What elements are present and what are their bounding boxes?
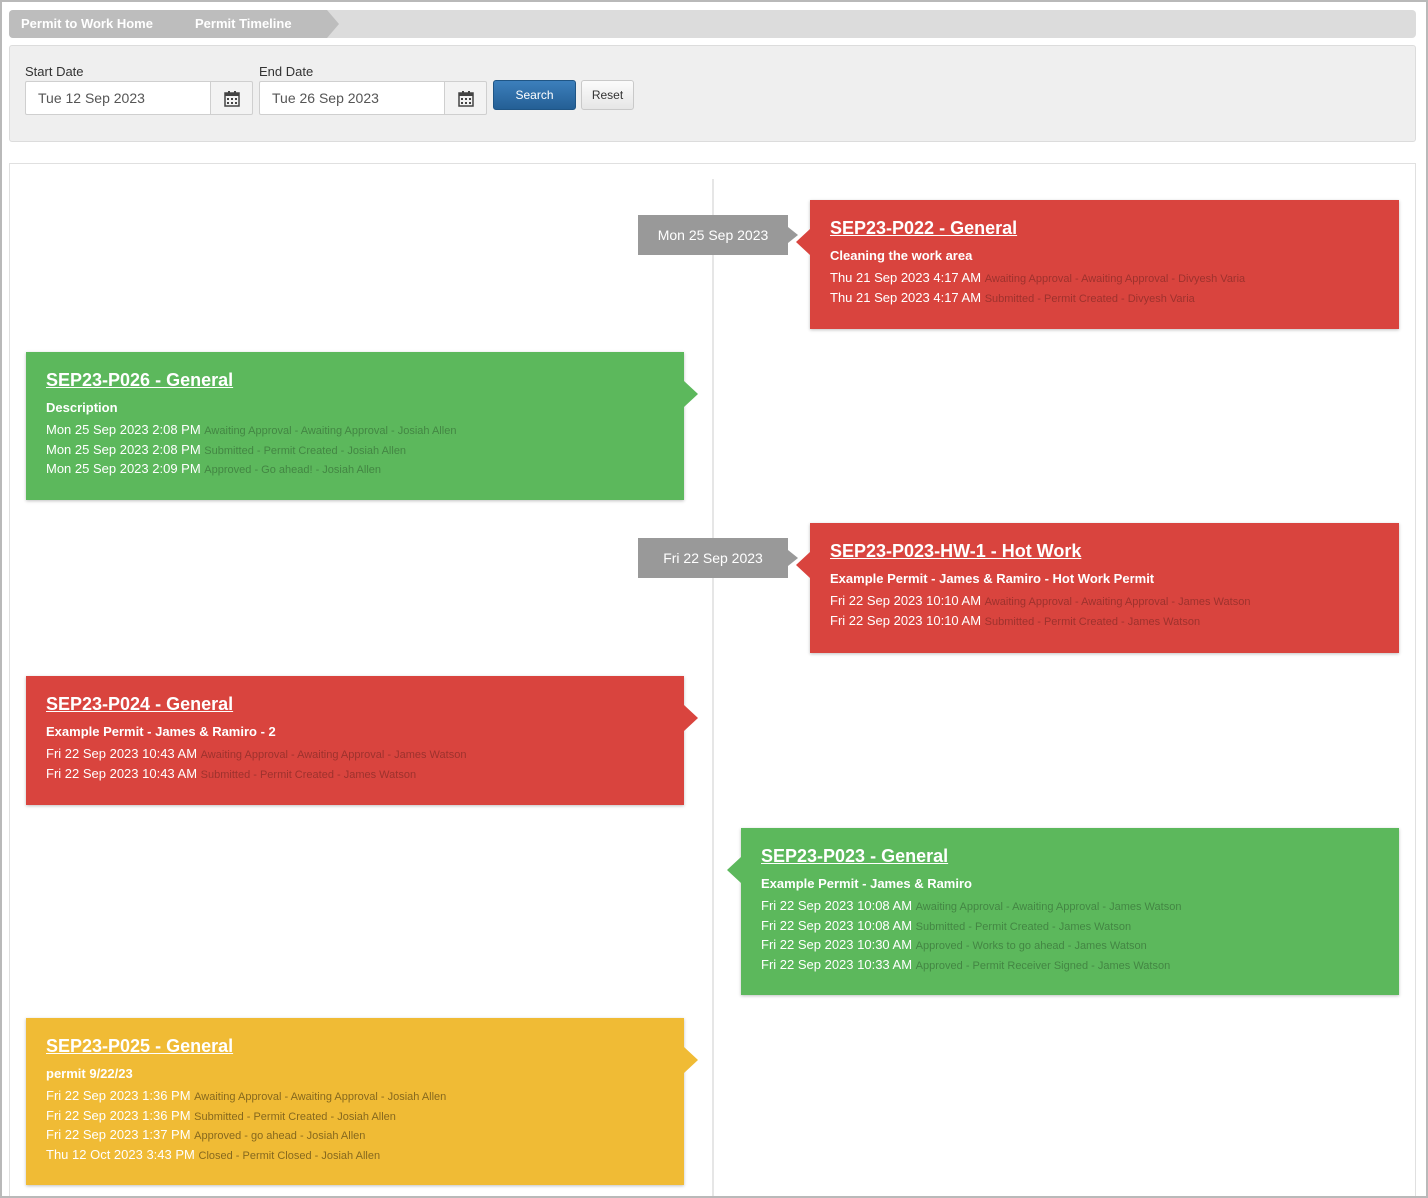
breadcrumb-separator (327, 10, 339, 38)
card-pointer (684, 1047, 698, 1073)
calendar-icon (458, 91, 474, 107)
start-date-input[interactable]: Tue 12 Sep 2023 (25, 81, 211, 115)
permit-event: Thu 21 Sep 2023 4:17 AM Awaiting Approva… (830, 269, 1379, 289)
event-timestamp: Fri 22 Sep 2023 10:08 AM (761, 917, 913, 933)
event-details: Awaiting Approval - Awaiting Approval - … (194, 1091, 447, 1103)
event-details: Closed - Permit Closed - Josiah Allen (198, 1149, 381, 1162)
card-pointer (727, 857, 741, 883)
card-pointer (684, 381, 698, 407)
timeline-date-badge: Mon 25 Sep 2023 (638, 215, 798, 255)
permit-event: Fri 22 Sep 2023 1:36 PM Awaiting Approva… (46, 1087, 664, 1107)
event-timestamp: Fri 22 Sep 2023 1:37 PM (46, 1127, 191, 1142)
permit-description: Example Permit - James & Ramiro - 2 (46, 724, 276, 739)
event-details: Submitted - Permit Created - Josiah Alle… (194, 1110, 396, 1123)
permit-description: Example Permit - James & Ramiro (761, 876, 972, 891)
permit-title-link[interactable]: SEP23-P024 - General (46, 694, 664, 715)
card-pointer (796, 229, 810, 255)
start-date-calendar-button[interactable] (211, 81, 253, 115)
permit-event: Fri 22 Sep 2023 10:43 AM Submitted - Per… (46, 765, 664, 785)
permit-event: Fri 22 Sep 2023 1:37 PM Approved - go ah… (46, 1126, 664, 1146)
event-timestamp: Fri 22 Sep 2023 1:36 PM (46, 1107, 191, 1123)
event-timestamp: Mon 25 Sep 2023 2:09 PM (46, 461, 201, 476)
event-timestamp: Mon 25 Sep 2023 2:08 PM (46, 441, 201, 457)
permit-event: Fri 22 Sep 2023 10:43 AM Awaiting Approv… (46, 745, 664, 765)
event-details: Awaiting Approval - Awaiting Approval - … (984, 596, 1251, 608)
permit-event: Fri 22 Sep 2023 10:10 AM Awaiting Approv… (830, 592, 1379, 612)
permit-event: Fri 22 Sep 2023 10:08 AM Submitted - Per… (761, 917, 1379, 937)
event-details: Approved - Works to go ahead - James Wat… (915, 940, 1147, 952)
permit-event: Fri 22 Sep 2023 10:33 AM Approved - Perm… (761, 956, 1379, 976)
event-details: Submitted - Permit Created - Divyesh Var… (984, 292, 1195, 305)
event-details: Awaiting Approval - Awaiting Approval - … (200, 749, 467, 761)
breadcrumb-current: Permit Timeline (181, 10, 327, 38)
permit-event: Fri 22 Sep 2023 10:10 AM Submitted - Per… (830, 612, 1379, 632)
start-date-label: Start Date (25, 64, 84, 79)
end-date-label: End Date (259, 64, 314, 79)
date-filter-panel: Start Date Tue 12 Sep 2023 End Date Tue … (9, 45, 1416, 142)
event-details: Submitted - Permit Created - James Watso… (200, 768, 417, 781)
permit-event: Fri 22 Sep 2023 10:08 AM Awaiting Approv… (761, 897, 1379, 917)
event-details: Awaiting Approval - Awaiting Approval - … (984, 273, 1246, 285)
event-details: Submitted - Permit Created - James Watso… (984, 615, 1201, 628)
end-date-calendar-button[interactable] (445, 81, 487, 115)
event-timestamp: Fri 22 Sep 2023 10:10 AM (830, 593, 982, 608)
event-details: Approved - Go ahead! - Josiah Allen (204, 464, 382, 476)
event-timestamp: Thu 21 Sep 2023 4:17 AM (830, 289, 982, 305)
permit-event: Mon 25 Sep 2023 2:09 PM Approved - Go ah… (46, 460, 664, 480)
event-timestamp: Fri 22 Sep 2023 10:30 AM (761, 937, 913, 952)
event-timestamp: Fri 22 Sep 2023 10:43 AM (46, 746, 198, 761)
event-details: Submitted - Permit Created - James Watso… (915, 920, 1132, 933)
calendar-icon (224, 91, 240, 107)
event-details: Awaiting Approval - Awaiting Approval - … (204, 425, 457, 437)
permit-card: SEP23-P023-HW-1 - Hot Work Example Permi… (796, 523, 1399, 653)
permit-card: SEP23-P026 - General Description Mon 25 … (26, 352, 698, 500)
reset-button[interactable]: Reset (581, 80, 634, 110)
breadcrumb-home[interactable]: Permit to Work Home (9, 10, 181, 38)
permit-description: Example Permit - James & Ramiro - Hot Wo… (830, 571, 1155, 586)
permit-description: Description (46, 400, 118, 415)
permit-event: Fri 22 Sep 2023 1:36 PM Submitted - Perm… (46, 1107, 664, 1127)
event-timestamp: Thu 12 Oct 2023 3:43 PM (46, 1146, 195, 1162)
permit-title-link[interactable]: SEP23-P025 - General (46, 1036, 664, 1057)
timeline-axis (712, 179, 714, 1196)
permit-event: Thu 21 Sep 2023 4:17 AM Submitted - Perm… (830, 289, 1379, 309)
card-pointer (684, 705, 698, 731)
permit-event: Mon 25 Sep 2023 2:08 PM Submitted - Perm… (46, 441, 664, 461)
search-button[interactable]: Search (493, 80, 576, 110)
permit-title-link[interactable]: SEP23-P026 - General (46, 370, 664, 391)
event-details: Submitted - Permit Created - Josiah Alle… (204, 444, 407, 457)
permit-card: SEP23-P023 - General Example Permit - Ja… (727, 828, 1399, 995)
permit-event: Thu 12 Oct 2023 3:43 PM Closed - Permit … (46, 1146, 664, 1166)
breadcrumb: Permit to Work Home Permit Timeline (9, 10, 1416, 38)
permit-card: SEP23-P022 - General Cleaning the work a… (796, 200, 1399, 329)
breadcrumb-separator (169, 10, 181, 38)
permit-card: SEP23-P025 - General permit 9/22/23 Fri … (26, 1018, 698, 1185)
permit-title-link[interactable]: SEP23-P022 - General (830, 218, 1379, 239)
end-date-input[interactable]: Tue 26 Sep 2023 (259, 81, 445, 115)
event-details: Approved - go ahead - Josiah Allen (194, 1130, 366, 1142)
event-details: Awaiting Approval - Awaiting Approval - … (915, 901, 1182, 913)
permit-event: Fri 22 Sep 2023 10:30 AM Approved - Work… (761, 936, 1379, 956)
card-pointer (796, 552, 810, 578)
permit-title-link[interactable]: SEP23-P023 - General (761, 846, 1379, 867)
timeline-date-badge: Fri 22 Sep 2023 (638, 538, 798, 578)
permit-title-link[interactable]: SEP23-P023-HW-1 - Hot Work (830, 541, 1379, 562)
permit-card: SEP23-P024 - General Example Permit - Ja… (26, 676, 698, 805)
permit-description: Cleaning the work area (830, 248, 973, 263)
event-timestamp: Fri 22 Sep 2023 10:08 AM (761, 898, 913, 913)
event-timestamp: Mon 25 Sep 2023 2:08 PM (46, 422, 201, 437)
event-timestamp: Fri 22 Sep 2023 10:33 AM (761, 956, 913, 972)
event-details: Approved - Permit Receiver Signed - Jame… (915, 959, 1171, 972)
permit-event: Mon 25 Sep 2023 2:08 PM Awaiting Approva… (46, 421, 664, 441)
event-timestamp: Fri 22 Sep 2023 1:36 PM (46, 1088, 191, 1103)
permit-description: permit 9/22/23 (46, 1066, 133, 1081)
event-timestamp: Fri 22 Sep 2023 10:10 AM (830, 612, 982, 628)
event-timestamp: Fri 22 Sep 2023 10:43 AM (46, 765, 198, 781)
event-timestamp: Thu 21 Sep 2023 4:17 AM (830, 270, 982, 285)
